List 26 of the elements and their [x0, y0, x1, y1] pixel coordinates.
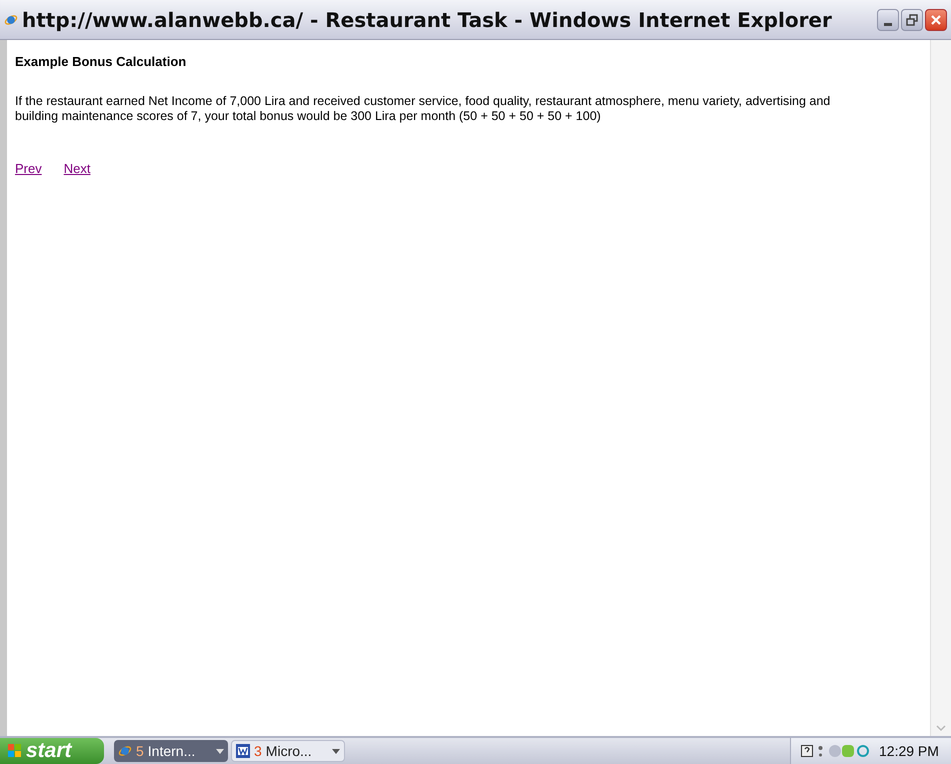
restore-button[interactable] — [901, 8, 923, 30]
task-label: Intern... — [148, 742, 196, 760]
windows-logo-icon — [8, 744, 22, 758]
close-icon — [930, 14, 942, 26]
document-app-icon — [236, 744, 250, 758]
caret-icon — [332, 748, 340, 754]
task-label: Micro... — [266, 742, 312, 760]
status-icons-drawing — [828, 744, 870, 758]
page-heading: Example Bonus Calculation — [15, 53, 188, 71]
close-button[interactable] — [925, 8, 947, 30]
minimize-button[interactable] — [877, 8, 899, 30]
window-count: 3 — [254, 742, 262, 760]
browser-icon — [4, 12, 18, 26]
taskbar-button[interactable]: 3 Micro... — [231, 740, 345, 762]
window-count: 5 — [136, 742, 144, 760]
nav-link[interactable]: Prev — [15, 158, 42, 178]
taskbar-button[interactable]: 5 Intern... — [114, 740, 228, 762]
clock: 12:29 PM — [879, 742, 939, 760]
network-icon — [818, 745, 823, 757]
browser-icon — [118, 744, 132, 758]
nav-link[interactable]: Next — [64, 158, 90, 178]
window-title: http://www.alanwebb.ca/ - Restaurant Task - Windows Internet Explorer — [22, 6, 832, 34]
body-paragraph: If the restaurant earned Net Income of 7,000 Lira and received customer service, food quality, restaurant atmosphere, menu variety, advertising and building maintenance scores of 7, your total bonus would be 300 Lira per month (50 + 50 + 50 + 50 + 100) — [15, 94, 832, 124]
restore-icon — [906, 14, 918, 26]
help-icon — [801, 745, 813, 757]
caret-icon — [216, 748, 224, 754]
